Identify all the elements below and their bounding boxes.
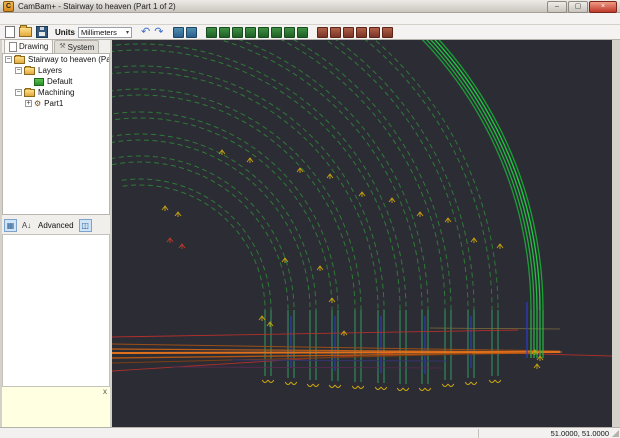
title-bar[interactable]: C CamBam+ - Stairway to heaven (Part 1 o…	[0, 0, 620, 13]
property-toolbar: ▦ A↓ Advanced ◫	[2, 216, 110, 235]
tree-expander[interactable]	[15, 89, 22, 96]
tree-item-default-layer[interactable]: Default	[3, 76, 109, 87]
property-grid	[2, 235, 110, 388]
toolpath-icon-4[interactable]	[356, 26, 368, 38]
minimize-button[interactable]: –	[547, 1, 567, 13]
tree-item-part1[interactable]: Part1	[3, 98, 109, 109]
resize-grip[interactable]	[612, 430, 619, 437]
open-file-icon[interactable]	[19, 25, 32, 37]
tree-item-project[interactable]: Stairway to heaven (Part 1 of 2)	[3, 54, 109, 65]
cambam-window: C CamBam+ - Stairway to heaven (Part 1 o…	[0, 0, 620, 438]
tree-item-icon	[34, 100, 41, 108]
redo-icon[interactable]: ↷	[154, 26, 163, 38]
close-button[interactable]: ×	[589, 1, 617, 13]
vcarve-op-icon[interactable]	[258, 26, 270, 38]
pocket-op-icon[interactable]	[219, 26, 231, 38]
toolpath-icon-2[interactable]	[330, 26, 342, 38]
drawing-svg	[112, 40, 612, 391]
save-file-icon[interactable]	[36, 26, 48, 38]
toolpath-icon-3[interactable]	[343, 26, 355, 38]
status-bar: 51.0000, 51.0000	[0, 427, 620, 438]
message-panel: x	[2, 386, 110, 427]
lathe-op-icon[interactable]	[284, 26, 296, 38]
toolpath-icon-group	[316, 26, 394, 38]
tree-expander[interactable]	[5, 56, 12, 63]
units-dropdown[interactable]: Millimeters ▾	[78, 26, 132, 38]
tree-item-icon	[24, 65, 35, 75]
part-op-icon[interactable]	[297, 26, 309, 38]
chevron-down-icon: ▾	[125, 29, 129, 36]
toolpath-icon-1[interactable]	[317, 26, 329, 38]
toolpath-icon-6[interactable]	[382, 26, 394, 38]
app-icon: C	[3, 0, 14, 12]
close-icon[interactable]: x	[103, 388, 107, 396]
undo-icon[interactable]: ↶	[141, 26, 150, 38]
grid-toggle-icon[interactable]	[173, 26, 185, 38]
menu-bar	[0, 13, 620, 25]
profile-op-icon[interactable]	[206, 26, 218, 38]
alphabetical-sort-button[interactable]: A↓	[20, 219, 33, 232]
tree-item-icon	[14, 54, 25, 64]
tree-expander[interactable]	[15, 67, 22, 74]
tab-system[interactable]: ⚒ System	[54, 40, 100, 53]
drawing-canvas[interactable]	[112, 40, 612, 427]
drawing-tree: Stairway to heaven (Part 1 of 2) Layers …	[2, 54, 110, 215]
cursor-coordinates: 51.0000, 51.0000	[550, 428, 609, 438]
toolpath-icon-5[interactable]	[369, 26, 381, 38]
main-toolbar: Units Millimeters ▾ ↶ ↷	[0, 25, 620, 40]
units-value: Millimeters	[81, 27, 117, 37]
window-title: CamBam+ - Stairway to heaven (Part 1 of …	[18, 1, 176, 11]
maximize-button[interactable]: ▢	[568, 1, 588, 13]
wrench-icon: ⚒	[59, 43, 66, 50]
tree-item-layers[interactable]: Layers	[3, 65, 109, 76]
tree-expander[interactable]	[25, 100, 32, 107]
page-icon	[9, 41, 17, 52]
advanced-toggle[interactable]: Advanced	[38, 221, 74, 230]
panel-tabs: Drawing ⚒ System	[2, 39, 110, 54]
left-panel: Drawing ⚒ System Stairway to heaven (Par…	[2, 39, 110, 427]
units-label: Units	[55, 27, 75, 37]
new-file-icon[interactable]	[5, 26, 15, 38]
surface-op-icon[interactable]	[271, 26, 283, 38]
tree-item-icon	[34, 77, 44, 86]
tree-item-icon	[24, 87, 35, 97]
view-icon-group	[172, 26, 198, 38]
categorized-view-button[interactable]: ▦	[4, 218, 17, 232]
extra-properties-button[interactable]: ◫	[78, 218, 92, 232]
engrave-op-icon[interactable]	[245, 26, 257, 38]
drill-op-icon[interactable]	[232, 26, 244, 38]
tab-drawing[interactable]: Drawing	[4, 39, 54, 53]
tree-item-machining[interactable]: Machining	[3, 87, 109, 98]
machining-op-icon-group	[205, 26, 309, 38]
view-mode-icon[interactable]	[186, 26, 198, 38]
status-message-cell	[0, 428, 479, 438]
